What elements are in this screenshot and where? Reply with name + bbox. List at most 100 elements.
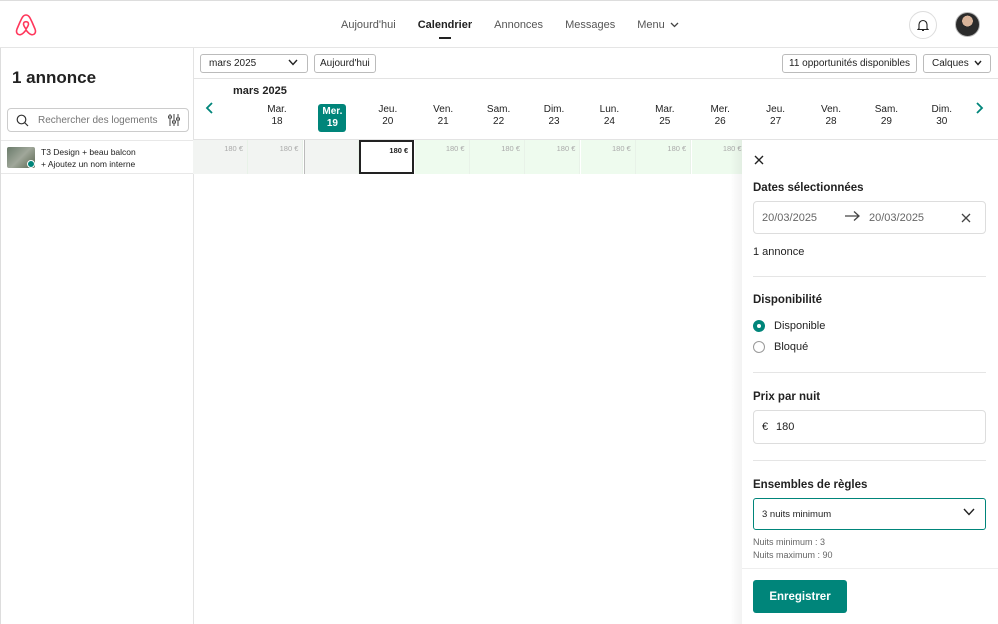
day-cell[interactable]: 180 € [248,140,304,174]
selected-dates-panel: Dates sélectionnées 20/03/2025 20/03/202… [742,140,998,624]
chevron-down-icon [288,58,298,69]
day-header-18[interactable]: Mar. 18 [257,104,297,128]
day-of-week: Dim. [931,104,953,115]
save-button[interactable]: Enregistrer [753,580,847,613]
rules-title: Ensembles de règles [753,479,868,491]
day-cell[interactable]: 180 € [470,140,525,174]
arrow-right-icon [844,210,861,225]
day-cell[interactable]: 180 € [636,140,692,174]
chevron-left-icon[interactable] [205,101,214,117]
day-of-week: Mer. [710,104,730,115]
day-header-22[interactable]: Sam. 22 [479,104,519,128]
day-number: 28 [825,116,837,127]
day-number: 29 [880,116,892,127]
radio-on-icon [753,320,765,332]
day-number: 18 [271,116,283,127]
nav-menu[interactable]: Menu [637,1,679,49]
search-icon [16,114,29,132]
airbnb-logo-icon[interactable] [14,13,38,37]
day-number: 20 [382,116,394,127]
search-input[interactable] [38,112,160,128]
day-of-week: Ven. [820,104,842,115]
day-cell[interactable] [303,140,359,174]
date-range-field[interactable]: 20/03/2025 20/03/2025 [753,201,986,234]
day-of-week: Lun. [599,104,620,115]
day-header-21[interactable]: Ven. 21 [423,104,463,128]
day-number: 23 [548,116,560,127]
rule-set-select[interactable]: 3 nuits minimum [753,498,986,530]
month-select[interactable]: mars 2025 [200,54,308,73]
today-button[interactable]: Aujourd'hui [314,54,376,73]
calendar-toolbar: mars 2025 Aujourd'hui 11 opportunités di… [194,48,998,79]
price-input[interactable] [776,419,956,435]
day-number: 30 [936,116,948,127]
search-box [7,108,189,132]
day-cell[interactable]: 180 € [414,140,470,174]
min-nights-note: Nuits minimum : 3 [753,537,826,547]
day-header-28[interactable]: Ven. 28 [811,104,851,128]
price-title: Prix par nuit [753,391,821,403]
clear-dates-icon[interactable] [961,213,971,226]
day-header-25[interactable]: Mar. 25 [645,104,685,128]
day-header-23[interactable]: Dim. 23 [534,104,574,128]
day-of-week: Mar. [267,104,287,115]
listing-calendar-row: 180 €180 €180 €180 €180 €180 €180 €180 €… [193,140,747,174]
month-label: mars 2025 [233,85,287,97]
max-nights-note: Nuits maximum : 90 [753,550,833,560]
price-field: € [753,410,986,444]
divider [753,460,986,461]
nav-menu-label: Menu [637,19,665,31]
nav-calendar[interactable]: Calendrier [418,1,472,49]
day-cell[interactable]: 180 € [193,140,248,174]
availability-title: Disponibilité [753,294,822,306]
listings-sidebar: 1 annonce T3 Design + beau balcon + Ajou… [0,48,194,624]
add-internal-name-link[interactable]: + Ajoutez un nom interne [41,159,135,169]
radio-available-label: Disponible [774,320,826,332]
day-number: 25 [659,116,671,127]
main-nav: Aujourd'hui Calendrier Annonces Messages… [341,1,701,49]
opportunities-button[interactable]: 11 opportunités disponibles [782,54,918,73]
day-header-24[interactable]: Lun. 24 [589,104,629,128]
day-of-week: Mar. [655,104,675,115]
day-cell[interactable]: 180 € [525,140,581,174]
day-of-week: Sam. [874,104,899,115]
day-header-19[interactable]: Mer. 19 [318,104,347,132]
day-of-week: Mer. [322,106,343,117]
day-number: 26 [714,116,726,127]
day-header-20[interactable]: Jeu. 20 [368,104,408,128]
panel-title: Dates sélectionnées [753,182,864,194]
layers-button[interactable]: Calques [923,54,991,73]
nav-listings[interactable]: Annonces [494,1,543,49]
listing-row[interactable]: T3 Design + beau balcon + Ajoutez un nom… [1,140,194,174]
day-cell[interactable]: 180 € [580,140,636,174]
filter-sliders-icon[interactable] [168,113,180,132]
nav-messages[interactable]: Messages [565,1,615,49]
selected-day-cell[interactable]: 180 € [359,140,415,174]
day-number: 19 [326,118,338,129]
avatar[interactable] [955,12,980,37]
page-title: 1 annonce [12,68,97,87]
day-of-week: Sam. [486,104,511,115]
day-header-27[interactable]: Jeu. 27 [756,104,796,128]
day-of-week: Ven. [433,104,454,115]
radio-off-icon [753,341,765,353]
radio-blocked[interactable]: Bloqué [753,341,808,353]
chevron-down-icon [670,20,679,30]
radio-available[interactable]: Disponible [753,320,825,332]
day-of-week: Dim. [543,104,565,115]
panel-footer: Enregistrer [742,568,998,624]
divider [753,372,986,373]
bell-icon[interactable] [909,11,937,39]
divider [753,276,986,277]
day-of-week: Jeu. [766,104,786,115]
radio-blocked-label: Bloqué [774,341,809,353]
chevron-down-icon [963,508,975,519]
day-header-26[interactable]: Mer. 26 [700,104,740,128]
chevron-right-icon[interactable] [975,101,984,117]
listing-name: T3 Design + beau balcon [41,147,136,157]
day-header-30[interactable]: Dim. 30 [922,104,962,128]
day-header-29[interactable]: Sam. 29 [866,104,906,128]
nav-today[interactable]: Aujourd'hui [341,1,396,49]
close-icon[interactable] [754,152,764,170]
day-number: 22 [493,116,505,127]
